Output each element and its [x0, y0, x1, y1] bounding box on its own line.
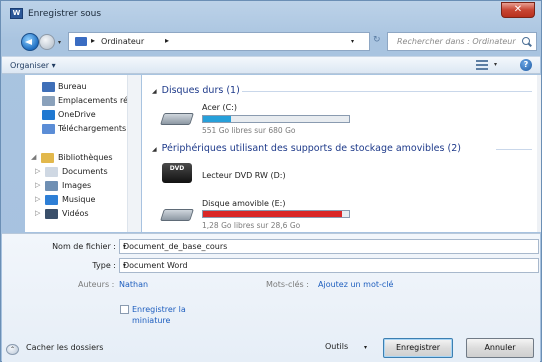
search-input[interactable]: Rechercher dans : Ordinateur [387, 32, 537, 51]
tools-dropdown[interactable]: ▾ [364, 344, 367, 351]
navigation-scrollbar[interactable] [127, 75, 141, 232]
sidebar-item[interactable]: ▷ Musique [25, 193, 140, 207]
sidebar-item[interactable]: ▷ Vidéos [25, 207, 140, 221]
computer-icon [75, 37, 87, 46]
authors-label: Auteurs : [78, 280, 115, 289]
expand-icon[interactable]: ▷ [35, 209, 40, 217]
back-button[interactable] [21, 33, 39, 51]
expand-icon[interactable]: ▷ [35, 195, 40, 203]
recent-places-icon [42, 96, 55, 106]
group-divider [496, 149, 532, 150]
help-icon[interactable]: ? [520, 59, 532, 71]
file-type-label: Type : [92, 261, 116, 270]
hard-drive-icon[interactable] [160, 105, 194, 129]
sidebar-item-label: Bureau [58, 82, 87, 91]
expand-icon[interactable]: ▷ [35, 167, 40, 175]
expand-icon[interactable]: ▷ [35, 181, 40, 189]
sidebar-item[interactable]: OneDrive [25, 108, 140, 122]
address-bar[interactable]: ▸ Ordinateur ▸ ▾ [68, 32, 370, 51]
sidebar-item-label: Téléchargements [58, 124, 127, 133]
sidebar-item-label: OneDrive [58, 110, 96, 119]
drive-c-name[interactable]: Acer (C:) [202, 103, 237, 112]
save-as-dialog: W Enregistrer sous ✕ ▾ ▸ Ordinateur ▸ ▾ … [0, 0, 542, 362]
sidebar-item-label: Documents [62, 167, 108, 176]
save-button[interactable]: Enregistrer [383, 338, 453, 358]
change-view-icon[interactable] [476, 60, 488, 70]
recent-pages-dropdown[interactable]: ▾ [58, 39, 61, 46]
filename-label: Nom de fichier : [52, 242, 116, 251]
documents-icon [45, 167, 58, 177]
group-title: Disques durs (1) [161, 85, 240, 96]
authors-value[interactable]: Nathan [119, 280, 148, 289]
removable-drive-icon[interactable] [160, 201, 194, 225]
search-placeholder: Rechercher dans : Ordinateur [397, 37, 516, 46]
breadcrumb-location[interactable]: Ordinateur [101, 37, 144, 46]
drive-e-free-space: 1,28 Go libres sur 28,6 Go [202, 221, 301, 230]
group-title: Périphériques utilisant des supports de … [161, 143, 461, 154]
sidebar-item[interactable]: ▷ Documents [25, 165, 140, 179]
save-options-form: Nom de fichier : Document_de_base_cours … [2, 233, 540, 362]
word-app-icon: W [10, 8, 23, 19]
sidebar-item[interactable]: Bureau [25, 80, 140, 94]
address-dropdown[interactable]: ▾ [351, 38, 354, 45]
expand-icon[interactable]: ◢ [31, 153, 36, 161]
sidebar-item-label: Images [62, 181, 92, 190]
address-row: ▾ ▸ Ordinateur ▸ ▾ ↻ Rechercher dans : O… [1, 27, 541, 55]
window-title: Enregistrer sous [28, 9, 102, 19]
sidebar-item[interactable]: ▷ Images [25, 179, 140, 193]
content-scrollbar[interactable] [537, 75, 541, 232]
navigation-pane: Bureau Emplacements ré OneDrive Téléchargem… [25, 75, 141, 232]
sidebar-item-label: Bibliothèques [58, 153, 113, 162]
libraries-icon [41, 153, 54, 163]
close-button[interactable]: ✕ [501, 2, 535, 18]
file-type-dropdown[interactable]: ▾ [123, 262, 534, 269]
group-header-removable[interactable]: ◢ Périphériques utilisant des supports de… [152, 143, 461, 154]
sidebar-item[interactable]: Téléchargements [25, 122, 140, 136]
content-pane: ◢ Disques durs (1) Acer (C:) 551 Go libre… [142, 75, 537, 232]
command-toolbar: Organiser ▾ ▾ ? [2, 56, 540, 74]
hide-folders-icon[interactable]: ⌃ [6, 344, 19, 355]
view-dropdown[interactable]: ▾ [494, 61, 497, 68]
tags-label: Mots-clés : [266, 280, 309, 289]
sidebar-item-label: Musique [62, 195, 96, 204]
drive-c-free-space: 551 Go libres sur 680 Go [202, 126, 296, 135]
sidebar-item[interactable]: Emplacements ré [25, 94, 140, 108]
hide-folders-button[interactable]: Cacher les dossiers [26, 343, 103, 352]
filename-dropdown[interactable]: ▾ [123, 243, 534, 250]
drive-e-usage-fill [203, 211, 343, 217]
desktop-icon [42, 82, 55, 92]
images-icon [45, 181, 58, 191]
drive-c-usage-fill [203, 116, 231, 122]
dvd-drive-icon[interactable]: DVD [162, 163, 192, 183]
breadcrumb-separator[interactable]: ▸ [165, 36, 169, 45]
music-icon [45, 195, 58, 205]
collapse-icon[interactable]: ◢ [152, 146, 157, 153]
group-header-hard-drives[interactable]: ◢ Disques durs (1) [152, 85, 240, 96]
refresh-icon[interactable]: ↻ [373, 35, 381, 45]
tags-input[interactable]: Ajoutez un mot-clé [318, 280, 393, 289]
drive-e-usage-bar [202, 210, 350, 218]
sidebar-item[interactable]: ◢ Bibliothèques [25, 151, 140, 165]
downloads-icon [42, 124, 55, 134]
save-thumbnail-checkbox[interactable] [120, 305, 129, 314]
sidebar-item-label: Vidéos [62, 209, 89, 218]
videos-icon [45, 209, 58, 219]
drive-c-usage-bar [202, 115, 350, 123]
search-icon[interactable] [522, 37, 530, 45]
drive-d-name[interactable]: Lecteur DVD RW (D:) [202, 171, 286, 180]
file-type-select[interactable]: Document Word ▾ [119, 258, 539, 273]
group-divider [242, 91, 532, 92]
sidebar-item-label: Emplacements ré [58, 96, 129, 105]
filename-input[interactable]: Document_de_base_cours ▾ [119, 239, 539, 254]
title-bar: W Enregistrer sous ✕ [1, 1, 541, 27]
organise-menu-button[interactable]: Organiser ▾ [10, 61, 56, 70]
forward-button[interactable] [39, 34, 55, 50]
cancel-button[interactable]: Annuler [466, 338, 534, 358]
save-thumbnail-label[interactable]: Enregistrer la miniature [132, 304, 192, 326]
onedrive-icon [42, 110, 55, 120]
tools-menu-button[interactable]: Outils [325, 342, 348, 351]
collapse-icon[interactable]: ◢ [152, 88, 157, 95]
drive-e-name[interactable]: Disque amovible (E:) [202, 199, 285, 208]
breadcrumb-separator[interactable]: ▸ [91, 36, 95, 45]
